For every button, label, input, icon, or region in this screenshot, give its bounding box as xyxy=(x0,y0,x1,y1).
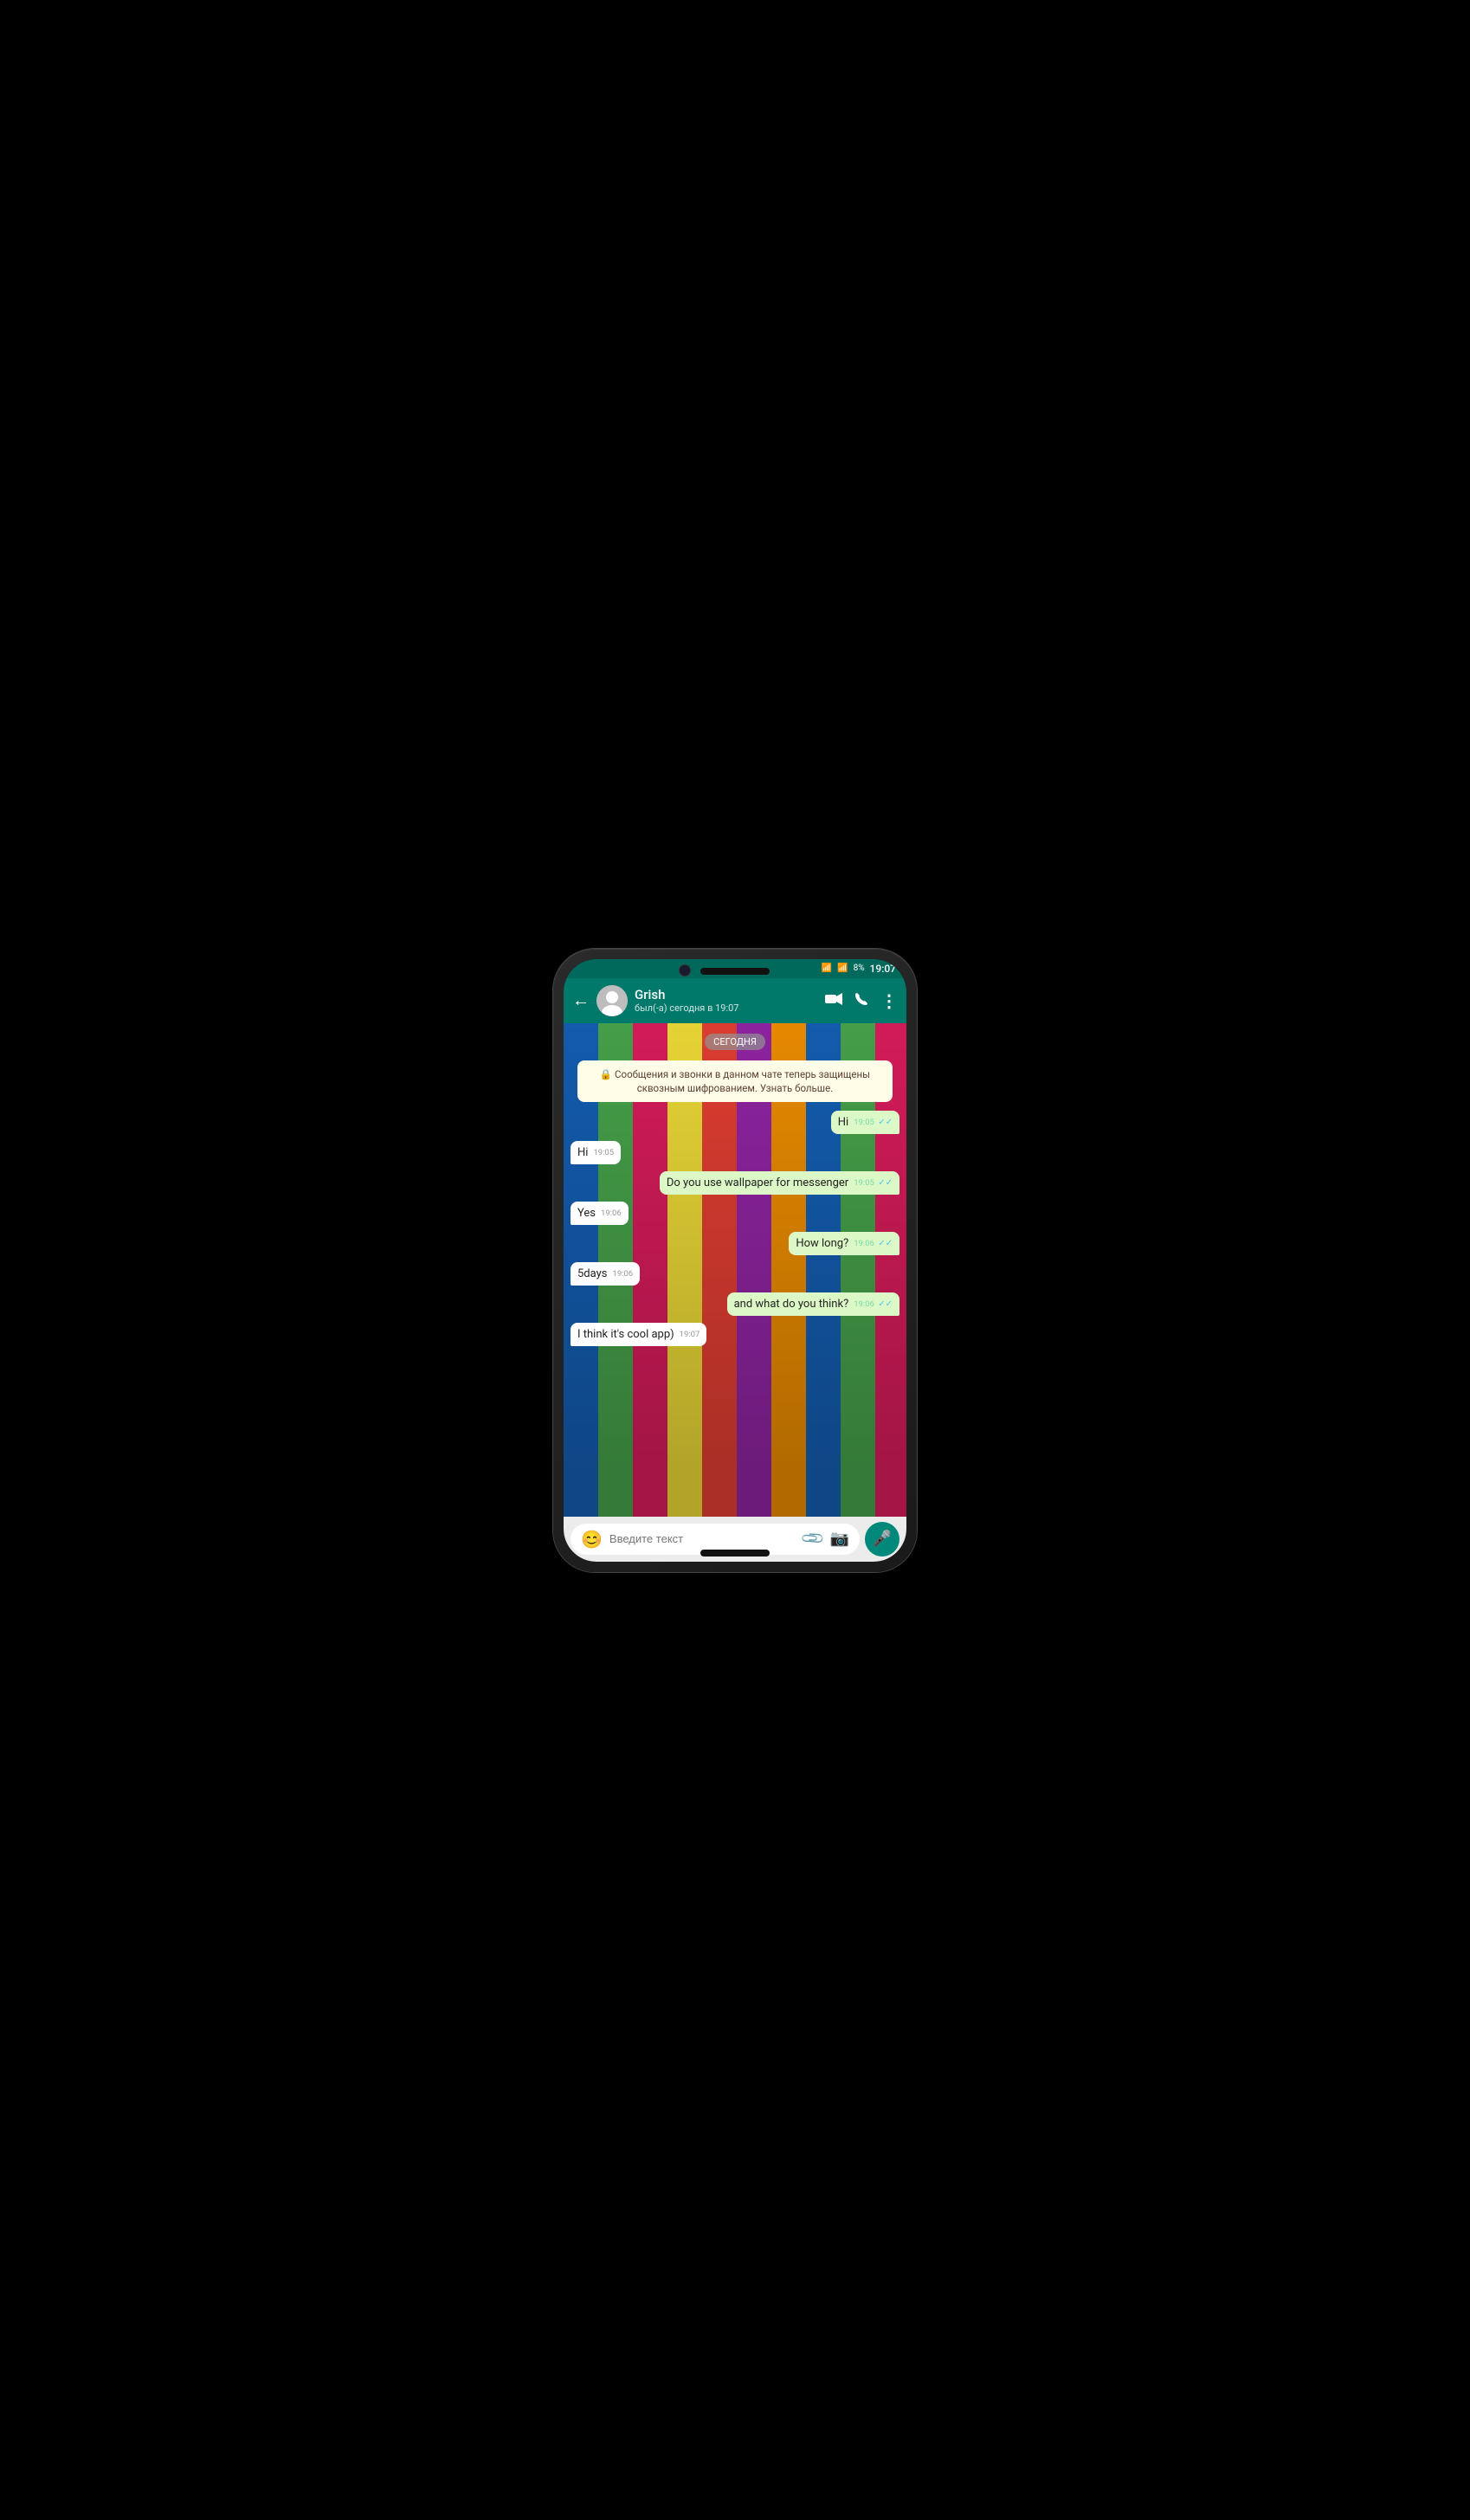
message-text: I think it's cool app) xyxy=(577,1328,674,1341)
phone-call-icon[interactable] xyxy=(854,992,868,1009)
message-row: Do you use wallpaper for messenger 19:05… xyxy=(571,1171,899,1195)
message-time: 19:06 ✓✓ xyxy=(854,1299,893,1309)
message-bubble: Hi 19:05 ✓✓ xyxy=(831,1111,899,1134)
message-input[interactable] xyxy=(609,1532,796,1545)
message-bubble: and what do you think? 19:06 ✓✓ xyxy=(727,1292,899,1316)
status-bar: 📶 📶 8% 19:07 xyxy=(564,959,906,978)
header-actions: ⋮ xyxy=(825,990,898,1011)
message-row: Hi 19:05 xyxy=(571,1141,899,1164)
message-bubble: 5days 19:06 xyxy=(571,1262,640,1286)
read-checkmarks: ✓✓ xyxy=(878,1299,893,1309)
message-text: Do you use wallpaper for messenger xyxy=(667,1176,848,1189)
screen-content: 📶 📶 8% 19:07 ← Grish был(-а) сегодня xyxy=(564,959,906,1562)
read-checkmarks: ✓✓ xyxy=(878,1118,893,1127)
emoji-button[interactable]: 😊 xyxy=(581,1529,603,1550)
message-row: How long? 19:06 ✓✓ xyxy=(571,1232,899,1255)
mic-button[interactable]: 🎤 xyxy=(865,1522,899,1556)
contact-info: Grish был(-а) сегодня в 19:07 xyxy=(635,987,818,1014)
message-text: Hi xyxy=(577,1146,588,1159)
read-checkmarks: ✓✓ xyxy=(878,1239,893,1248)
message-bubble: Yes 19:06 xyxy=(571,1202,629,1225)
video-call-icon[interactable] xyxy=(825,992,842,1009)
more-options-icon[interactable]: ⋮ xyxy=(880,990,898,1011)
message-time: 19:07 xyxy=(680,1330,700,1339)
message-time: 19:06 xyxy=(612,1269,633,1279)
camera-button[interactable]: 📷 xyxy=(830,1530,849,1548)
message-text: How long? xyxy=(796,1237,848,1250)
back-button[interactable]: ← xyxy=(572,989,590,1011)
message-bubble: Do you use wallpaper for messenger 19:05… xyxy=(660,1171,899,1195)
message-row: I think it's cool app) 19:07 xyxy=(571,1323,899,1346)
contact-status: был(-а) сегодня в 19:07 xyxy=(635,1002,818,1014)
phone-screen: 📶 📶 8% 19:07 ← Grish был(-а) сегодня xyxy=(564,959,906,1562)
date-badge: СЕГОДНЯ xyxy=(705,1034,765,1050)
message-text: Hi xyxy=(838,1116,848,1129)
wifi-icon: 📶 xyxy=(822,964,832,973)
message-row: Hi 19:05 ✓✓ xyxy=(571,1111,899,1134)
bottom-speaker xyxy=(700,1550,770,1556)
message-time: 19:06 ✓✓ xyxy=(854,1239,893,1248)
mic-icon: 🎤 xyxy=(873,1530,892,1548)
message-row: and what do you think? 19:06 ✓✓ xyxy=(571,1292,899,1316)
message-time: 19:05 xyxy=(593,1148,614,1157)
phone-device: 📶 📶 8% 19:07 ← Grish был(-а) сегодня xyxy=(553,949,917,1572)
chat-content: СЕГОДНЯ 🔒 Сообщения и звонки в данном ча… xyxy=(564,1023,906,1355)
read-checkmarks: ✓✓ xyxy=(878,1178,893,1188)
message-bubble: How long? 19:06 ✓✓ xyxy=(789,1232,899,1255)
encryption-notice[interactable]: 🔒 Сообщения и звонки в данном чате тепер… xyxy=(577,1060,893,1102)
message-row: 5days 19:06 xyxy=(571,1262,899,1286)
chat-messages-area: СЕГОДНЯ 🔒 Сообщения и звонки в данном ча… xyxy=(564,1023,906,1517)
avatar[interactable] xyxy=(596,985,628,1016)
status-time: 19:07 xyxy=(870,963,896,975)
contact-name: Grish xyxy=(635,987,818,1002)
attach-button[interactable]: 📎 xyxy=(800,1525,827,1552)
message-time: 19:05 ✓✓ xyxy=(854,1118,893,1127)
chat-header: ← Grish был(-а) сегодня в 19:07 xyxy=(564,978,906,1023)
message-bubble: I think it's cool app) 19:07 xyxy=(571,1323,706,1346)
signal-icon: 📶 xyxy=(837,964,848,973)
message-row: Yes 19:06 xyxy=(571,1202,899,1225)
battery-indicator: 8% xyxy=(854,964,865,973)
message-text: and what do you think? xyxy=(734,1298,849,1311)
message-text: 5days xyxy=(577,1267,607,1280)
message-time: 19:06 xyxy=(601,1208,622,1218)
message-time: 19:05 ✓✓ xyxy=(854,1178,893,1188)
message-text: Yes xyxy=(577,1207,596,1220)
message-bubble: Hi 19:05 xyxy=(571,1141,621,1164)
